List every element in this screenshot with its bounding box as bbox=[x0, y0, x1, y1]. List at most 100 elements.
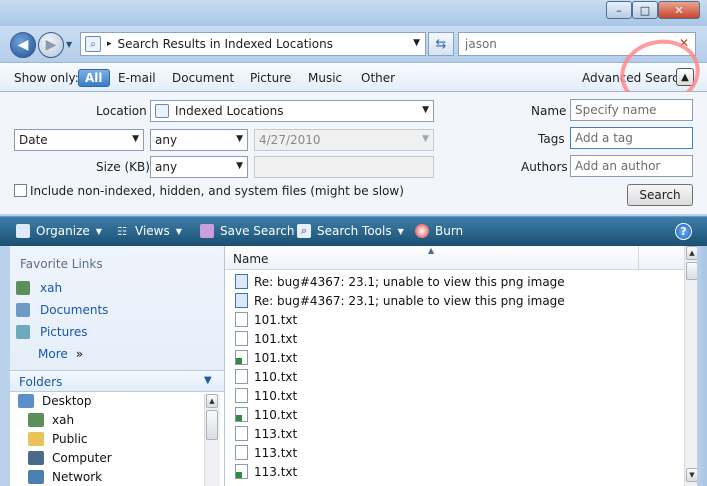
favorite-link-pictures[interactable]: Pictures bbox=[16, 325, 88, 339]
arrow-left-icon: ◀ bbox=[17, 37, 29, 53]
location-value: Indexed Locations bbox=[175, 104, 284, 118]
favorite-link-label: Documents bbox=[40, 303, 109, 317]
tree-item-computer[interactable]: Computer bbox=[28, 451, 112, 465]
tree-item-label: Public bbox=[52, 432, 88, 446]
spreadsheet-icon bbox=[235, 350, 248, 365]
breadcrumb[interactable]: Search Results in Indexed Locations bbox=[118, 37, 333, 51]
organize-button[interactable]: Organize ▼ bbox=[16, 224, 102, 238]
organize-icon bbox=[16, 224, 30, 238]
address-bar[interactable]: ⌕ ▸ Search Results in Indexed Locations … bbox=[80, 32, 426, 56]
location-label: Location bbox=[96, 104, 147, 118]
save-search-label: Save Search bbox=[220, 224, 295, 238]
scroll-up-icon[interactable]: ▲ bbox=[206, 394, 218, 408]
search-folder-icon: ⌕ bbox=[85, 36, 101, 52]
date-value-picker[interactable]: 4/27/2010 ▼ bbox=[254, 129, 434, 151]
close-button[interactable]: ✕ bbox=[658, 1, 700, 19]
date-value: 4/27/2010 bbox=[259, 133, 321, 147]
back-button[interactable]: ◀ bbox=[10, 32, 36, 58]
forward-button[interactable]: ▶ bbox=[38, 32, 64, 58]
folder-icon bbox=[28, 432, 44, 446]
double-chevron-right-icon: » bbox=[75, 347, 84, 361]
documents-icon bbox=[16, 303, 30, 317]
file-row[interactable]: Re: bug#4367: 23.1; unable to view this … bbox=[235, 291, 565, 310]
include-nonindexed-checkbox[interactable] bbox=[14, 184, 27, 197]
file-row[interactable]: 110.txt bbox=[235, 405, 297, 424]
chevron-down-icon: ▼ bbox=[132, 134, 139, 144]
size-operator-select[interactable]: any ▼ bbox=[150, 156, 248, 178]
tree-item-label: Desktop bbox=[42, 394, 92, 408]
arrow-right-icon: ▶ bbox=[45, 37, 57, 53]
refresh-icon: ⇆ bbox=[435, 36, 447, 52]
pictures-icon bbox=[16, 325, 30, 339]
date-field-value: Date bbox=[19, 133, 48, 147]
name-field[interactable]: Specify name bbox=[570, 99, 693, 121]
burn-label: Burn bbox=[435, 224, 464, 238]
views-button[interactable]: ☷ Views ▼ bbox=[115, 224, 182, 238]
address-row: ◀ ▶ ▼ ⌕ ▸ Search Results in Indexed Loca… bbox=[0, 26, 707, 62]
scroll-thumb[interactable] bbox=[206, 410, 218, 440]
file-row[interactable]: 113.txt bbox=[235, 424, 297, 443]
filter-other[interactable]: Other bbox=[361, 69, 395, 87]
filter-document[interactable]: Document bbox=[172, 69, 234, 87]
file-name: 113.txt bbox=[254, 445, 298, 460]
file-row[interactable]: 101.txt bbox=[235, 348, 297, 367]
favorite-link-documents[interactable]: Documents bbox=[16, 303, 108, 317]
authors-field[interactable]: Add an author bbox=[570, 155, 693, 177]
file-row[interactable]: 113.txt bbox=[235, 443, 297, 462]
maximize-button[interactable]: □ bbox=[632, 1, 658, 19]
size-operator-value: any bbox=[155, 160, 178, 174]
tree-item-public[interactable]: Public bbox=[28, 432, 88, 446]
views-icon: ☷ bbox=[117, 224, 127, 238]
address-dropdown[interactable]: ▼ bbox=[413, 38, 420, 48]
chevron-down-icon: ▼ bbox=[397, 226, 404, 236]
authors-label: Authors bbox=[521, 160, 568, 174]
show-only-label: Show only: bbox=[14, 71, 79, 85]
tree-item-label: xah bbox=[52, 413, 75, 427]
file-row[interactable]: 101.txt bbox=[235, 310, 297, 329]
burn-icon bbox=[415, 224, 429, 238]
tree-item-xah[interactable]: xah bbox=[28, 413, 74, 427]
refresh-button[interactable]: ⇆ bbox=[428, 32, 454, 56]
help-icon[interactable]: ? bbox=[675, 223, 692, 240]
favorite-link-xah[interactable]: xah bbox=[16, 281, 62, 295]
views-label: Views bbox=[135, 224, 170, 238]
filter-picture[interactable]: Picture bbox=[250, 69, 291, 87]
file-list-scrollbar[interactable]: ▲ ▼ bbox=[684, 246, 698, 486]
tree-item-network[interactable]: Network bbox=[28, 470, 102, 484]
include-nonindexed-label[interactable]: Include non-indexed, hidden, and system … bbox=[30, 184, 404, 198]
breadcrumb-separator[interactable]: ▸ bbox=[107, 39, 112, 49]
more-label: More bbox=[38, 347, 68, 361]
file-name: Re: bug#4367: 23.1; unable to view this … bbox=[254, 274, 565, 289]
favorite-link-label: xah bbox=[40, 281, 63, 295]
chevron-down-icon: ▼ bbox=[422, 105, 429, 115]
filter-email[interactable]: E-mail bbox=[118, 69, 156, 87]
burn-button[interactable]: Burn bbox=[415, 224, 463, 238]
save-search-button[interactable]: Save Search bbox=[200, 224, 295, 238]
chevron-down-icon: ▼ bbox=[204, 375, 212, 386]
size-value-input[interactable] bbox=[254, 156, 434, 178]
search-tools-button[interactable]: ⌕ Search Tools ▼ bbox=[297, 224, 404, 238]
date-operator-select[interactable]: any ▼ bbox=[150, 129, 248, 151]
minimize-button[interactable]: – bbox=[606, 1, 632, 19]
navigation-pane: Favorite Links xah Documents Pictures Mo… bbox=[10, 246, 224, 486]
authors-placeholder: Add an author bbox=[575, 159, 661, 173]
chevron-down-icon: ▼ bbox=[236, 161, 243, 171]
recent-pages-dropdown[interactable]: ▼ bbox=[66, 40, 72, 49]
file-row[interactable]: 101.txt bbox=[235, 329, 297, 348]
filter-all[interactable]: All bbox=[78, 69, 110, 87]
file-row[interactable]: 110.txt bbox=[235, 386, 297, 405]
tags-field[interactable]: Add a tag bbox=[570, 127, 693, 149]
file-row[interactable]: Re: bug#4367: 23.1; unable to view this … bbox=[235, 272, 565, 291]
folders-header[interactable]: Folders ▼ bbox=[10, 370, 224, 392]
file-row[interactable]: 110.txt bbox=[235, 367, 297, 386]
more-links[interactable]: More » bbox=[38, 347, 83, 361]
folders-scrollbar[interactable]: ▲ bbox=[204, 394, 220, 486]
tree-item-desktop[interactable]: Desktop bbox=[18, 394, 92, 408]
date-field-select[interactable]: Date ▼ bbox=[14, 129, 144, 151]
file-name: 101.txt bbox=[254, 312, 298, 327]
filter-music[interactable]: Music bbox=[308, 69, 342, 87]
location-select[interactable]: Indexed Locations ▼ bbox=[150, 100, 434, 122]
search-button[interactable]: Search bbox=[627, 184, 693, 206]
file-row[interactable]: 113.txt bbox=[235, 462, 297, 481]
text-file-icon bbox=[235, 426, 248, 441]
